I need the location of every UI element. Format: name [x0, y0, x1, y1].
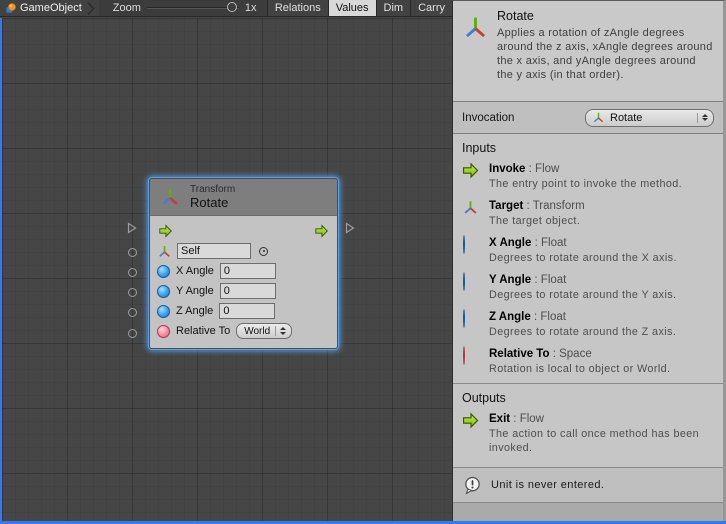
inspector-title: Rotate [497, 9, 713, 23]
z-angle-field[interactable] [219, 303, 275, 319]
node-body: X Angle Y Angle Z Angle Relative To Worl… [149, 215, 338, 349]
input-item-y-angle: Y Angle : Float Degrees to rotate around… [453, 272, 723, 309]
flow-output-connector[interactable] [345, 222, 355, 234]
float-port-icon [462, 273, 479, 290]
input-item-invoke: Invoke : Flow The entry point to invoke … [453, 161, 723, 198]
port-description: Rotation is local to object or World. [489, 362, 713, 376]
tab-carry[interactable]: Carry [410, 0, 452, 16]
target-input-connector[interactable] [128, 248, 137, 257]
transform-axes-icon [592, 111, 605, 124]
float-port-icon [462, 236, 479, 253]
invocation-row: Invocation Rotate [453, 102, 723, 134]
relative-to-row: Relative To World [157, 321, 330, 341]
zoom-control: Zoom 1x [99, 0, 257, 16]
gameobject-icon [4, 2, 17, 15]
flow-input-connector[interactable] [127, 222, 137, 234]
graph-toolbar: GameObject Zoom 1x Relations Values Dim … [0, 0, 452, 17]
target-self-field[interactable] [177, 243, 251, 259]
float-port-icon [462, 310, 479, 327]
warning-icon [463, 476, 482, 495]
node-header[interactable]: Transform Rotate [149, 178, 338, 215]
y-angle-label: Y Angle [176, 285, 214, 297]
zoom-slider[interactable] [147, 7, 239, 9]
x-angle-label: X Angle [176, 265, 214, 277]
relative-to-port-icon[interactable] [157, 325, 170, 338]
output-item-exit: Exit : Flow The action to call once meth… [453, 411, 723, 462]
tab-relations[interactable]: Relations [267, 0, 328, 16]
x-angle-row: X Angle [157, 261, 330, 281]
z-angle-input-connector[interactable] [128, 308, 137, 317]
unit-description-panel: Rotate Applies a rotation of zAngle degr… [453, 1, 723, 102]
port-description: Degrees to rotate around the Z axis. [489, 325, 713, 339]
y-angle-port-icon[interactable] [157, 285, 170, 298]
inspector-panel: Rotate Applies a rotation of zAngle degr… [452, 0, 726, 521]
port-description: The action to call once method has been … [489, 427, 713, 455]
port-description: The target object. [489, 214, 713, 228]
input-item-target: Target : Transform The target object. [453, 198, 723, 235]
tab-values[interactable]: Values [328, 0, 376, 16]
invocation-label: Invocation [462, 112, 514, 124]
dropdown-arrows-icon [275, 326, 286, 336]
zoom-label: Zoom [113, 2, 141, 14]
relative-to-label: Relative To [176, 325, 230, 337]
transform-axes-icon [462, 199, 479, 216]
x-angle-input-connector[interactable] [128, 268, 137, 277]
node-title: Rotate [190, 195, 235, 210]
tab-dim[interactable]: Dim [376, 0, 411, 16]
transform-axes-icon [157, 244, 172, 259]
flow-arrow-icon [462, 412, 479, 429]
transform-axes-icon [159, 186, 181, 208]
input-item-z-angle: Z Angle : Float Degrees to rotate around… [453, 309, 723, 346]
y-angle-input-connector[interactable] [128, 288, 137, 297]
zoom-value: 1x [245, 2, 257, 14]
invocation-dropdown[interactable]: Rotate [585, 109, 714, 127]
node-kind: Transform [190, 184, 235, 195]
port-description: The entry point to invoke the method. [489, 177, 713, 191]
inspector-description: Applies a rotation of zAngle degrees aro… [497, 26, 713, 82]
relative-to-input-connector[interactable] [128, 329, 137, 338]
inputs-header: Inputs [453, 134, 723, 161]
zoom-slider-handle[interactable] [227, 2, 237, 12]
breadcrumb-label: GameObject [20, 2, 82, 14]
bolt-editor-window: GameObject Zoom 1x Relations Values Dim … [0, 0, 726, 524]
input-item-x-angle: X Angle : Float Degrees to rotate around… [453, 235, 723, 272]
object-picker-icon[interactable] [259, 247, 268, 256]
dropdown-arrows-icon [697, 113, 708, 123]
y-angle-field[interactable] [220, 283, 276, 299]
toolbar-tabs: Relations Values Dim Carry [267, 0, 452, 16]
outputs-header: Outputs [453, 384, 723, 411]
target-row [157, 241, 330, 261]
warning-text: Unit is never entered. [491, 479, 604, 491]
inspector-footer [453, 503, 723, 521]
transform-rotate-node[interactable]: Transform Rotate X Angle Y Angle [149, 178, 338, 349]
warning-banner: Unit is never entered. [453, 467, 723, 503]
relative-to-dropdown[interactable]: World [236, 323, 292, 339]
exit-flow-icon[interactable] [313, 224, 330, 238]
flow-arrow-icon [462, 162, 479, 179]
z-angle-row: Z Angle [157, 301, 330, 321]
transform-axes-icon [462, 14, 489, 41]
port-description: Degrees to rotate around the Y axis. [489, 288, 713, 302]
input-item-relative-to: Relative To : Space Rotation is local to… [453, 346, 723, 383]
breadcrumb[interactable]: GameObject [0, 0, 99, 16]
z-angle-port-icon[interactable] [157, 305, 170, 318]
invoke-flow-icon[interactable] [157, 224, 174, 238]
y-angle-row: Y Angle [157, 281, 330, 301]
x-angle-port-icon[interactable] [157, 265, 170, 278]
x-angle-field[interactable] [220, 263, 276, 279]
z-angle-label: Z Angle [176, 305, 213, 317]
breadcrumb-chevron-icon [87, 1, 95, 16]
space-port-icon [462, 347, 479, 364]
port-description: Degrees to rotate around the X axis. [489, 251, 713, 265]
